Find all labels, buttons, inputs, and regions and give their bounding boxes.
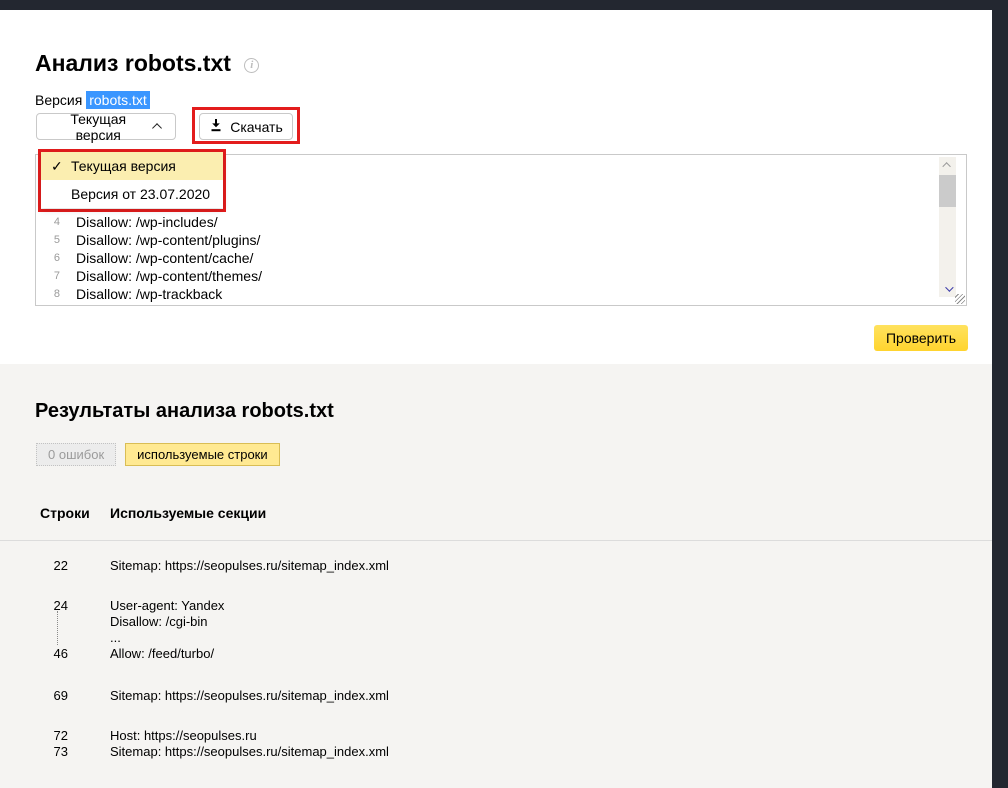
row-line-number [40, 614, 68, 630]
chevron-down-icon [944, 283, 954, 292]
editor-scrollbar[interactable] [939, 157, 956, 297]
table-entry: 46 Allow: /feed/turbo/ [0, 646, 990, 662]
row-text: ... [110, 630, 121, 645]
menu-item-current-version[interactable]: ✓ Текущая версия [41, 152, 223, 180]
check-icon: ✓ [51, 157, 63, 174]
editor-line: 7 Disallow: /wp-content/themes/ [36, 267, 966, 285]
column-header-sections: Используемые секции [110, 505, 267, 521]
line-text: Disallow: /wp-content/themes/ [76, 268, 262, 284]
row-line-number [40, 630, 68, 646]
info-icon[interactable]: i [244, 58, 260, 73]
line-text: Disallow: /wp-content/cache/ [76, 250, 254, 266]
resize-grip[interactable] [955, 294, 965, 304]
line-number: 7 [53, 270, 60, 282]
table-row: 22 Sitemap: https://seopulses.ru/sitemap… [0, 558, 990, 574]
download-button[interactable]: Скачать [199, 113, 293, 140]
download-icon [209, 118, 223, 135]
download-label: Скачать [230, 118, 283, 135]
line-text: Disallow: /wp-trackback [76, 286, 223, 302]
version-dropdown-menu: ✓ Текущая версия ✓ Версия от 23.07.2020 [41, 152, 223, 208]
results-title: Результаты анализа robots.txt [35, 400, 334, 422]
row-line-number: 72 [53, 728, 68, 743]
menu-item-label: Текущая версия [71, 158, 176, 174]
row-text: Disallow: /cgi-bin [110, 614, 208, 629]
check-button[interactable]: Проверить [874, 325, 968, 351]
line-number: 6 [53, 252, 60, 264]
row-line-number: 46 [53, 646, 68, 661]
menu-item-label: Версия от 23.07.2020 [71, 186, 211, 202]
chevron-up-icon [152, 123, 163, 133]
line-number: 8 [53, 288, 60, 300]
row-text: Host: https://seopulses.ru [110, 728, 257, 743]
table-entry: 22 Sitemap: https://seopulses.ru/sitemap… [0, 558, 990, 574]
menu-item-dated-version[interactable]: ✓ Версия от 23.07.2020 [41, 180, 223, 208]
table-entry: 73 Sitemap: https://seopulses.ru/sitemap… [0, 744, 990, 760]
page-title-text: Анализ robots.txt [35, 50, 231, 76]
table-entry: 24 User-agent: Yandex [0, 598, 990, 614]
table-row: 72 Host: https://seopulses.ru 73 Sitemap… [0, 728, 990, 760]
version-label: Версия [35, 92, 83, 108]
row-text: Sitemap: https://seopulses.ru/sitemap_in… [110, 558, 389, 573]
table-body: 22 Sitemap: https://seopulses.ru/sitemap… [0, 541, 990, 760]
row-text: Sitemap: https://seopulses.ru/sitemap_in… [110, 688, 389, 703]
page-title: Анализ robots.txt i [35, 50, 260, 77]
version-filename-selected: robots.txt [86, 91, 150, 109]
row-line-number: 24 [53, 598, 68, 613]
table-entry: Disallow: /cgi-bin [0, 614, 990, 630]
tab-used-lines[interactable]: используемые строки [125, 443, 280, 466]
line-number: 5 [53, 234, 60, 246]
row-text: Allow: /feed/turbo/ [110, 646, 215, 661]
scrollbar-up-button[interactable] [939, 157, 956, 173]
window-chrome-top [0, 0, 1008, 10]
editor-line: 6 Disallow: /wp-content/cache/ [36, 249, 966, 267]
table-row: 69 Sitemap: https://seopulses.ru/sitemap… [0, 688, 990, 704]
line-range-connector [57, 611, 58, 645]
chevron-up-icon [941, 162, 951, 171]
window-chrome-right [992, 0, 1008, 788]
table-entry: 72 Host: https://seopulses.ru [0, 728, 990, 744]
results-tabs: 0 ошибок используемые строки [36, 443, 280, 466]
line-text: Disallow: /wp-content/plugins/ [76, 232, 261, 248]
line-text: Disallow: /wp-includes/ [76, 214, 218, 230]
editor-line: 8 Disallow: /wp-trackback [36, 285, 966, 303]
column-header-lines: Строки [40, 505, 90, 521]
table-entry: ... [0, 630, 990, 646]
version-select-button[interactable]: Текущая версия [36, 110, 176, 143]
editor-line: 4 Disallow: /wp-includes/ [36, 213, 966, 231]
scrollbar-down-button[interactable] [939, 281, 956, 297]
tab-errors[interactable]: 0 ошибок [36, 443, 117, 466]
version-label-line: Версия robots.txt [35, 91, 150, 109]
row-text: User-agent: Yandex [110, 598, 225, 613]
row-line-number: 69 [53, 688, 68, 703]
version-select-label: Текущая версия [70, 110, 127, 143]
robots-analysis-section: Анализ robots.txt i Версия robots.txt Те… [0, 10, 1008, 364]
table-entry: 69 Sitemap: https://seopulses.ru/sitemap… [0, 688, 990, 704]
line-number: 4 [53, 216, 60, 228]
row-line-number: 73 [53, 744, 68, 759]
row-text: Sitemap: https://seopulses.ru/sitemap_in… [110, 744, 389, 759]
table-row: 24 User-agent: Yandex Disallow: /cgi-bin… [0, 598, 990, 662]
editor-line: 5 Disallow: /wp-content/plugins/ [36, 231, 966, 249]
row-line-number: 22 [53, 558, 68, 573]
scrollbar-thumb[interactable] [939, 175, 956, 207]
